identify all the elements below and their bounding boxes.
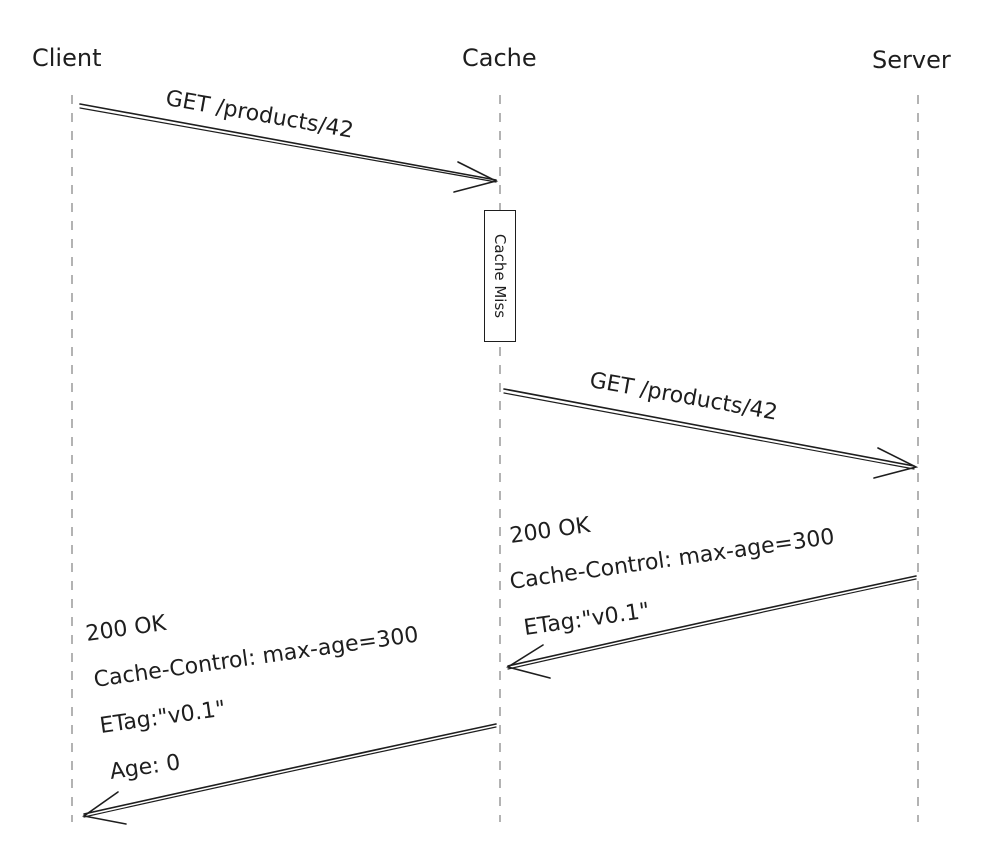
cache-miss-text: Cache Miss bbox=[491, 233, 509, 319]
actor-server-label: Server bbox=[872, 46, 951, 74]
message-3-label: 200 OK Cache-Control: max-age=300 ETag:"… bbox=[508, 513, 838, 652]
cache-miss-note: Cache Miss bbox=[484, 210, 516, 342]
actor-client-label: Client bbox=[32, 44, 102, 72]
actor-cache-label: Cache bbox=[462, 44, 537, 72]
message-4-label: 200 OK Cache-Control: max-age=300 ETag:"… bbox=[84, 611, 422, 796]
